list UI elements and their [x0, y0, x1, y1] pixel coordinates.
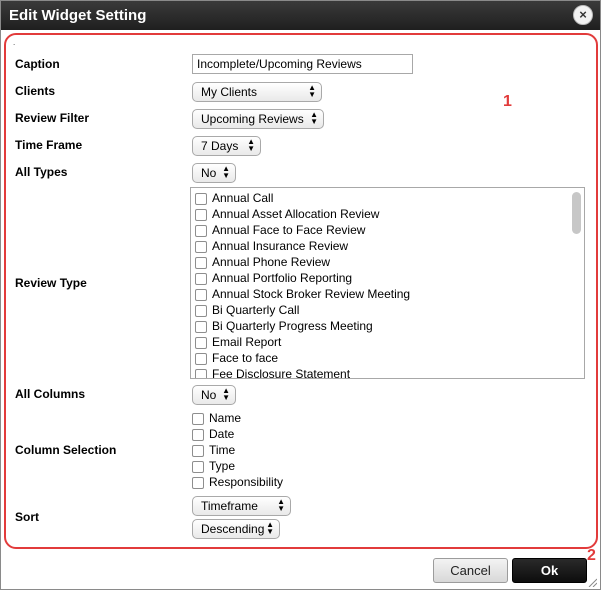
sort-field-select-value: Timeframe [201, 499, 258, 513]
cancel-button[interactable]: Cancel [433, 558, 508, 583]
review-type-label: Review Type [15, 276, 87, 290]
all-columns-select[interactable]: No ▲ ▼ [192, 385, 236, 405]
select-arrows-icon: ▲ ▼ [277, 497, 285, 513]
checkbox[interactable] [195, 305, 207, 317]
all-types-select[interactable]: No ▲ ▼ [192, 163, 236, 183]
resize-grip-icon[interactable] [587, 577, 597, 587]
select-arrows-icon: ▲ ▼ [310, 110, 318, 126]
checkbox[interactable] [192, 429, 204, 441]
time-frame-select-value: 7 Days [201, 139, 239, 153]
select-arrows-icon: ▲ ▼ [266, 520, 274, 536]
annotation-marker-1: 1 [503, 93, 512, 110]
clients-select-value: My Clients [201, 85, 258, 99]
edit-widget-dialog: Edit Widget Setting × 1 2 . Caption Clie… [0, 0, 601, 590]
annotation-marker-2: 2 [587, 547, 596, 564]
select-arrows-icon: ▲ ▼ [222, 386, 230, 402]
review-type-listbox[interactable]: Annual Call Annual Asset Allocation Revi… [190, 187, 585, 379]
sort-label: Sort [15, 510, 39, 524]
dialog-title: Edit Widget Setting [9, 7, 147, 24]
time-frame-label: Time Frame [15, 138, 83, 152]
clients-select[interactable]: My Clients ▲ ▼ [192, 82, 322, 102]
checkbox[interactable] [195, 193, 207, 205]
sort-field-select[interactable]: Timeframe ▲ ▼ [192, 496, 291, 516]
stray-dot: . [13, 38, 16, 47]
clients-label: Clients [15, 84, 56, 98]
checkbox[interactable] [195, 289, 207, 301]
checkbox[interactable] [192, 477, 204, 489]
checkbox[interactable] [195, 321, 207, 333]
all-types-select-value: No [201, 166, 217, 180]
checkbox[interactable] [195, 257, 207, 269]
select-arrows-icon: ▲ ▼ [308, 83, 316, 99]
checkbox[interactable] [192, 413, 204, 425]
checkbox[interactable] [195, 273, 207, 285]
close-button[interactable]: × [573, 5, 593, 25]
select-arrows-icon: ▲ ▼ [222, 164, 230, 180]
all-columns-label: All Columns [15, 387, 86, 401]
checkbox[interactable] [195, 209, 207, 221]
close-icon[interactable]: × [574, 7, 592, 23]
ok-button[interactable]: Ok [512, 558, 587, 583]
review-filter-label: Review Filter [15, 111, 90, 125]
time-frame-select[interactable]: 7 Days ▲ ▼ [192, 136, 261, 156]
checkbox[interactable] [192, 445, 204, 457]
dialog-titlebar[interactable]: Edit Widget Setting × [1, 1, 600, 30]
checkbox[interactable] [195, 337, 207, 349]
all-columns-select-value: No [201, 388, 217, 402]
review-filter-select[interactable]: Upcoming Reviews ▲ ▼ [192, 109, 324, 129]
checkbox[interactable] [195, 241, 207, 253]
review-filter-select-value: Upcoming Reviews [201, 112, 304, 126]
checkbox[interactable] [195, 369, 207, 378]
caption-label: Caption [15, 57, 60, 71]
checkbox[interactable] [195, 225, 207, 237]
checkbox[interactable] [195, 353, 207, 365]
caption-input[interactable] [192, 54, 413, 74]
sort-direction-select-value: Descending [201, 522, 265, 536]
listbox-scrollbar[interactable] [572, 192, 581, 234]
checkbox[interactable] [192, 461, 204, 473]
sort-direction-select[interactable]: Descending ▲ ▼ [192, 519, 280, 539]
all-types-label: All Types [15, 165, 68, 179]
column-selection-label: Column Selection [15, 443, 117, 457]
select-arrows-icon: ▲ ▼ [247, 137, 255, 153]
